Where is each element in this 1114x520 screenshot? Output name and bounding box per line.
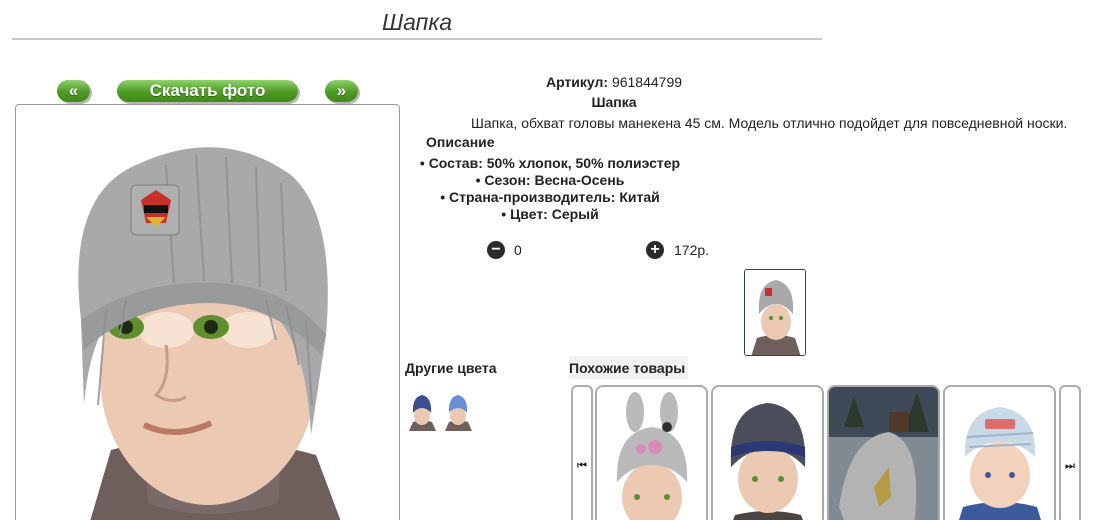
similar-product-card[interactable] <box>595 385 708 520</box>
similar-product-card[interactable] <box>943 385 1056 520</box>
sku-line: Артикул: 961844799 <box>405 74 823 90</box>
description-heading: Описание <box>426 134 495 150</box>
minus-icon[interactable]: − <box>487 241 505 259</box>
attribute-composition: Состав: 50% хлопок, 50% полиэстер <box>405 155 695 172</box>
attribute-season: Сезон: Весна-Осень <box>405 172 695 189</box>
skip-forward-icon: ⏭ <box>1065 460 1075 472</box>
attribute-country: Страна-производитель: Китай <box>405 189 695 206</box>
skip-back-icon: ⏮ <box>577 460 587 472</box>
quantity-row: − 0 + 172р. <box>485 240 885 260</box>
product-description: Шапка, обхват головы манекена 45 см. Мод… <box>471 115 1068 131</box>
carousel-next-button[interactable]: ⏭ <box>1059 385 1081 520</box>
prev-photo-button[interactable]: « <box>57 80 90 102</box>
product-name: Шапка <box>591 94 637 110</box>
price-value: 172р. <box>674 242 710 258</box>
carousel-prev-button[interactable]: ⏮ <box>571 385 593 520</box>
other-colors-label: Другие цвета <box>405 360 497 376</box>
product-thumbnail[interactable] <box>744 269 806 356</box>
main-product-photo[interactable] <box>15 104 400 520</box>
sku-label: Артикул: <box>545 74 609 90</box>
similar-product-card[interactable] <box>827 385 940 520</box>
next-photo-button[interactable]: » <box>325 80 358 102</box>
quantity-value: 0 <box>514 242 522 258</box>
similar-products-label: Похожие товары <box>569 356 689 379</box>
plus-icon[interactable]: + <box>646 241 664 259</box>
page-title: Шапка <box>12 8 822 40</box>
attribute-list: Состав: 50% хлопок, 50% полиэстер Сезон:… <box>405 155 695 223</box>
download-photo-button[interactable]: Скачать фото <box>117 80 298 102</box>
attribute-color: Цвет: Серый <box>405 206 695 223</box>
similar-product-card[interactable] <box>711 385 824 520</box>
color-variant-blue[interactable] <box>443 391 474 431</box>
color-variant-navy[interactable] <box>407 391 438 431</box>
sku-value: 961844799 <box>611 74 683 90</box>
